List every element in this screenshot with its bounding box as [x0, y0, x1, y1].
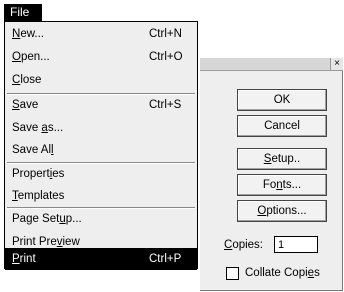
file-menu: New... Ctrl+N Open... Ctrl+O Close Save … — [4, 21, 198, 270]
menu-item-open[interactable]: Open... Ctrl+O — [5, 46, 197, 68]
menu-item-label: Save as... — [12, 122, 64, 134]
collate-label[interactable]: Collate Copies — [245, 266, 320, 280]
options-button[interactable]: Options... — [237, 200, 327, 222]
menu-item-label: New... — [12, 28, 44, 40]
dialog-titlebar[interactable]: × — [200, 58, 343, 71]
menu-item-new[interactable]: New... Ctrl+N — [5, 23, 197, 45]
menu-item-label: Print — [12, 253, 36, 265]
menu-item-label: Save — [12, 99, 39, 111]
setup-button[interactable]: Setup.. — [237, 148, 327, 170]
menu-item-shortcut: Ctrl+P — [149, 253, 182, 265]
collate-checkbox[interactable] — [226, 267, 239, 280]
menu-item-label: Templates — [12, 190, 65, 202]
menu-item-label: Properties — [12, 168, 65, 180]
file-menu-title[interactable]: File — [4, 4, 42, 21]
menu-item-label: Close — [12, 74, 42, 86]
print-dialog: × OK Cancel Setup.. Fonts... Options... … — [200, 58, 343, 291]
menu-item-save[interactable]: Save Ctrl+S — [5, 94, 197, 116]
menu-item-shortcut: Ctrl+S — [149, 99, 182, 111]
copies-input[interactable] — [274, 236, 318, 253]
menu-item-label: Open... — [12, 51, 50, 63]
menu-item-label: Page Setup... — [12, 213, 82, 225]
menu-item-save-all[interactable]: Save All — [5, 139, 197, 161]
menu-item-templates[interactable]: Templates — [5, 185, 197, 207]
menu-item-save-as[interactable]: Save as... — [5, 117, 197, 139]
menu-item-shortcut: Ctrl+N — [149, 28, 182, 40]
menu-item-shortcut: Ctrl+O — [149, 51, 183, 63]
cancel-button[interactable]: Cancel — [237, 115, 327, 137]
menu-item-close[interactable]: Close — [5, 69, 197, 91]
menu-item-print[interactable]: Print Ctrl+P — [5, 248, 197, 270]
menu-item-page-setup[interactable]: Page Setup... — [5, 208, 197, 230]
fonts-button[interactable]: Fonts... — [237, 174, 327, 196]
ok-button[interactable]: OK — [237, 89, 327, 111]
menu-item-properties[interactable]: Properties — [5, 163, 197, 185]
close-icon[interactable]: × — [330, 58, 343, 70]
copies-label: Copies: — [224, 239, 263, 251]
menu-item-label: Save All — [12, 144, 54, 156]
